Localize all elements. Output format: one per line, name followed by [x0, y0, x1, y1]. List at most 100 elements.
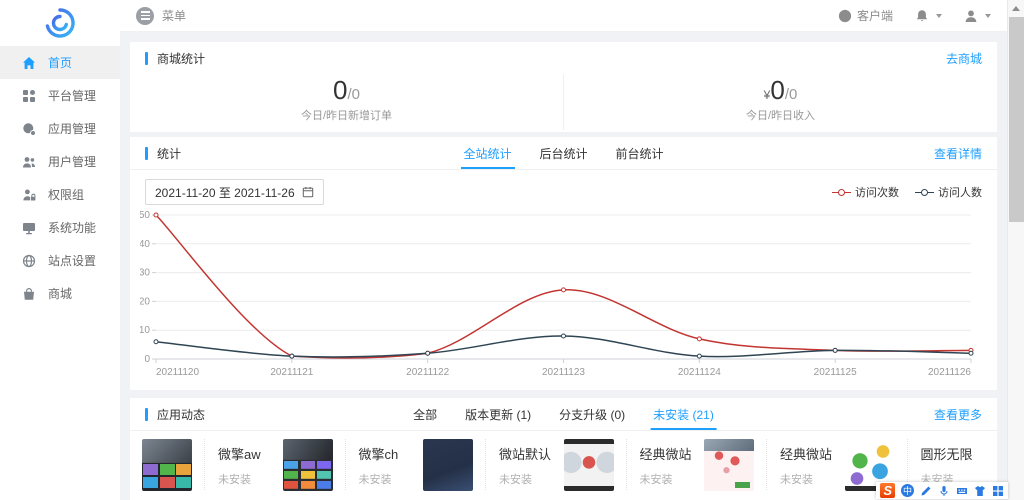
ime-keyboard-icon[interactable] [956, 485, 968, 497]
sidebar-item-label: 首页 [48, 54, 72, 71]
svg-text:50: 50 [140, 210, 150, 221]
sidebar-item-label: 系统功能 [48, 219, 96, 236]
monitor-icon [22, 220, 37, 235]
sidebar-item-permissions[interactable]: 权限组 [0, 178, 120, 211]
app-status: 未安装 [780, 471, 832, 487]
app-thumbnail [142, 439, 192, 491]
sidebar: 首页 平台管理 应用管理 用户管理 权限组 系统功能 站点设置 商城 [0, 0, 120, 500]
app-status: 未安装 [640, 471, 692, 487]
app-card[interactable]: 微擎aw 未安装 [142, 439, 283, 491]
sidebar-item-system[interactable]: 系统功能 [0, 211, 120, 244]
app-activity-card: 应用动态 全部 版本更新 (1) 分支升级 (0) 未安装 (21) 查看更多 … [130, 398, 997, 500]
sogou-logo-icon[interactable]: S [880, 483, 895, 498]
app-thumbnail [423, 439, 473, 491]
app-card[interactable]: 经典微站未安装 [704, 439, 845, 491]
app-logo [0, 0, 120, 46]
sidebar-item-label: 商城 [48, 285, 72, 302]
sidebar-item-label: 应用管理 [48, 120, 96, 137]
bell-icon [915, 9, 929, 23]
chevron-down-icon [985, 14, 991, 18]
app-name: 经典微站 [640, 444, 692, 463]
sidebar-item-apps[interactable]: 应用管理 [0, 112, 120, 145]
tab-all-apps[interactable]: 全部 [413, 398, 437, 430]
main-content: 商城统计 去商城 0/0 今日/昨日新增订单 ¥0/0 今日/昨日收入 统计 全… [120, 32, 1007, 500]
app-status: 未安装 [218, 471, 261, 487]
tab-site-stats[interactable]: 全站统计 [463, 137, 511, 169]
sidebar-item-site[interactable]: 站点设置 [0, 244, 120, 277]
sidebar-item-platform[interactable]: 平台管理 [0, 79, 120, 112]
svg-text:30: 30 [140, 268, 150, 279]
shop-bag-icon [22, 286, 37, 301]
home-icon [22, 55, 37, 70]
orders-label: 今日/昨日新增订单 [130, 107, 563, 123]
page-scrollbar[interactable] [1007, 0, 1024, 500]
tab-backend-stats[interactable]: 后台统计 [539, 137, 587, 169]
orders-stat: 0/0 今日/昨日新增订单 [130, 74, 563, 130]
app-card[interactable]: 微站默认未安装 [423, 439, 564, 491]
ime-toolbox-icon[interactable] [992, 485, 1004, 497]
svg-text:20211125: 20211125 [814, 367, 857, 378]
date-range-picker[interactable]: 2021-11-20 至 2021-11-26 [145, 179, 324, 205]
app-card[interactable]: 微擎ch 未安装 [283, 439, 424, 491]
view-details-link[interactable]: 查看详情 [934, 145, 982, 162]
svg-text:20211121: 20211121 [270, 367, 313, 378]
menu-label: 菜单 [162, 7, 186, 24]
scrollbar-thumb[interactable] [1009, 17, 1024, 222]
legend-label: 访问人数 [938, 184, 982, 200]
app-name: 经典微站 [780, 444, 832, 463]
visits-line-chart: 0102030405020211120202111212021112220211… [140, 207, 977, 385]
ime-skin-icon[interactable] [974, 485, 986, 497]
apps-sphere-icon [22, 121, 37, 136]
mall-stats-title: 商城统计 [157, 50, 205, 67]
app-status: 未安装 [359, 471, 399, 487]
app-name: 微站默认 [499, 444, 551, 463]
svg-text:10: 10 [140, 325, 150, 336]
calendar-icon [302, 186, 314, 198]
mall-stats-card: 商城统计 去商城 0/0 今日/昨日新增订单 ¥0/0 今日/昨日收入 [130, 42, 997, 132]
app-activity-title: 应用动态 [157, 406, 205, 423]
app-status: 未安装 [499, 471, 551, 487]
client-button[interactable]: 客户端 [838, 7, 893, 24]
menu-toggle-button[interactable]: 菜单 [136, 7, 186, 25]
ime-mic-icon[interactable] [938, 485, 950, 497]
ime-language-toggle[interactable]: 中 [901, 484, 914, 497]
users-icon [22, 154, 37, 169]
scrollbar-up-arrow[interactable] [1008, 0, 1024, 16]
notifications-button[interactable] [915, 9, 942, 23]
legend-visitors[interactable]: 访问人数 [915, 184, 982, 200]
apps-list: 微擎aw未安装 微擎ch未安装 微站默认未安装 经典微站未安装 经典微站未安装 … [130, 431, 997, 491]
globe-icon [22, 253, 37, 268]
sidebar-item-home[interactable]: 首页 [0, 46, 120, 79]
user-menu-button[interactable] [964, 9, 991, 23]
tab-not-installed[interactable]: 未安装 (21) [653, 398, 714, 430]
ime-pen-icon[interactable] [920, 485, 932, 497]
logo-swirl-icon [43, 6, 77, 40]
svg-text:40: 40 [140, 239, 150, 250]
legend-visits[interactable]: 访问次数 [832, 184, 899, 200]
sidebar-item-label: 用户管理 [48, 153, 96, 170]
go-to-mall-link[interactable]: 去商城 [946, 50, 982, 67]
statistics-card: 统计 全站统计 后台统计 前台统计 查看详情 2021-11-20 至 2021… [130, 137, 997, 390]
tab-version-updates[interactable]: 版本更新 (1) [465, 398, 531, 430]
app-card[interactable]: 经典微站未安装 [564, 439, 705, 491]
view-more-link[interactable]: 查看更多 [934, 406, 982, 423]
ime-toolbar: S 中 [876, 482, 1008, 499]
svg-text:20211120: 20211120 [156, 367, 199, 378]
app-name: 微擎ch [359, 444, 399, 463]
statistics-title: 统计 [157, 145, 181, 162]
tab-branch-upgrades[interactable]: 分支升级 (0) [559, 398, 625, 430]
platform-grid-icon [22, 88, 37, 103]
sidebar-item-label: 站点设置 [48, 252, 96, 269]
app-name: 微擎aw [218, 444, 261, 463]
legend-marker-red [832, 188, 851, 197]
app-activity-tabs: 全部 版本更新 (1) 分支升级 (0) 未安装 (21) [413, 398, 714, 430]
topbar: 菜单 客户端 [120, 0, 1007, 32]
tab-frontend-stats[interactable]: 前台统计 [616, 137, 664, 169]
app-thumbnail [564, 439, 614, 491]
sidebar-item-mall[interactable]: 商城 [0, 277, 120, 310]
app-name: 圆形无限 [921, 444, 973, 463]
sidebar-item-users[interactable]: 用户管理 [0, 145, 120, 178]
svg-text:20211126: 20211126 [928, 367, 971, 378]
chevron-down-icon [936, 14, 942, 18]
legend-label: 访问次数 [855, 184, 899, 200]
